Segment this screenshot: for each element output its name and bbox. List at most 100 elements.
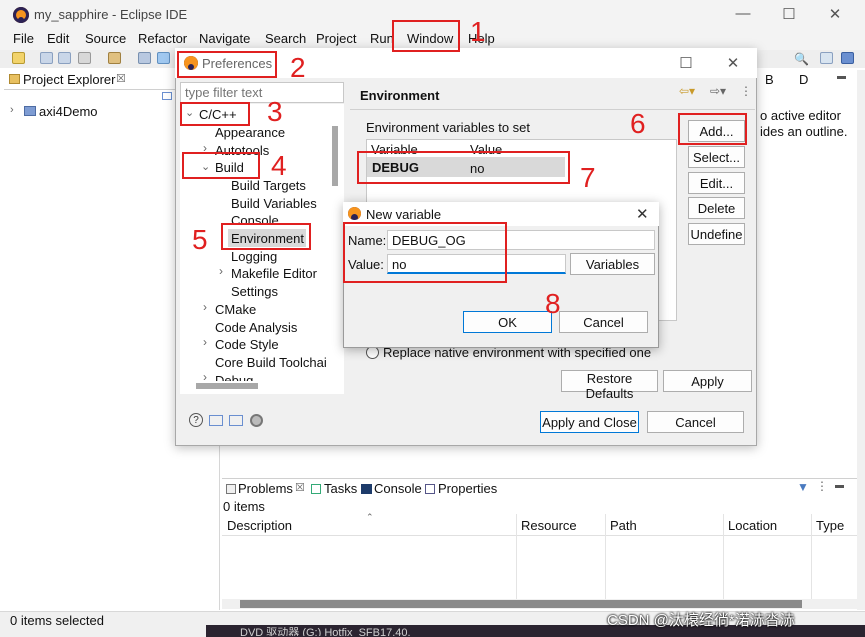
horizontal-scrollbar-thumb[interactable] <box>240 600 802 608</box>
tree-item-code-analysis[interactable]: Code Analysis <box>215 320 297 335</box>
menu-navigate[interactable]: Navigate <box>199 31 250 46</box>
cpp-perspective-icon[interactable] <box>841 52 854 64</box>
maximize-icon[interactable]: ☐ <box>779 5 799 23</box>
filter-icon[interactable]: ▼ <box>797 480 809 494</box>
tree-item-cmake[interactable]: CMake <box>215 302 256 317</box>
expand-arrow-icon[interactable]: › <box>10 104 14 116</box>
annotation-number: 4 <box>271 150 287 181</box>
tab-properties[interactable]: Properties <box>438 481 497 496</box>
annotation-number: 1 <box>470 16 486 47</box>
tree-item-logging[interactable]: Logging <box>231 249 277 264</box>
cancel-button[interactable]: Cancel <box>647 411 744 433</box>
col-location[interactable]: Location <box>728 518 777 533</box>
project-item[interactable]: axi4Demo <box>39 104 98 119</box>
new-variable-cancel-button[interactable]: Cancel <box>559 311 648 333</box>
tree-item-code-style[interactable]: Code Style <box>215 337 279 352</box>
view-menu-icon[interactable]: ⋮ <box>816 479 828 493</box>
problems-pane <box>222 478 857 613</box>
col-type[interactable]: Type <box>816 518 844 533</box>
env-vars-label: Environment variables to set <box>366 120 531 135</box>
page-menu-icon[interactable]: ⋮ <box>740 84 752 98</box>
apply-button[interactable]: Apply <box>663 370 752 392</box>
tree-item-settings[interactable]: Settings <box>231 284 278 299</box>
ok-button[interactable]: OK <box>463 311 552 333</box>
col-path[interactable]: Path <box>610 518 637 533</box>
filter-input[interactable] <box>180 82 344 103</box>
outline-tab-d[interactable]: D <box>799 72 808 87</box>
export-icon[interactable] <box>229 415 243 426</box>
record-icon[interactable] <box>250 414 263 427</box>
tree-vscroll[interactable] <box>332 126 338 186</box>
tree-item-core-build[interactable]: Core Build Toolchair <box>215 355 327 370</box>
build-icon[interactable] <box>78 52 91 64</box>
apply-and-close-button[interactable]: Apply and Close <box>540 411 639 433</box>
prefs-maximize-icon[interactable]: ☐ <box>676 54 696 72</box>
undefine-button[interactable]: Undefine <box>688 223 745 245</box>
menu-source[interactable]: Source <box>85 31 126 46</box>
delete-button[interactable]: Delete <box>688 197 745 219</box>
tab-console[interactable]: Console <box>374 481 422 496</box>
prefs-close-icon[interactable]: ✕ <box>723 54 743 72</box>
annotation-number: 5 <box>192 224 208 255</box>
annotation-number: 7 <box>580 162 596 193</box>
tree-expand-makefile[interactable]: › <box>219 264 223 278</box>
new-variable-title: New variable <box>366 207 442 222</box>
annotation-box-build <box>182 152 260 179</box>
annotation-box-name-value <box>343 222 507 283</box>
tree-item-makefile-editor[interactable]: Makefile Editor <box>231 266 317 281</box>
taskbar-text: DVD 驱动器 (G:) Hotfix_SFB17.40. <box>240 627 411 636</box>
debug-icon[interactable] <box>138 52 151 64</box>
menu-file[interactable]: File <box>13 31 34 46</box>
folder-icon <box>9 74 20 84</box>
tree-item-build-targets[interactable]: Build Targets <box>231 178 306 193</box>
tree-expand-cmake[interactable]: › <box>203 300 207 314</box>
save-icon[interactable] <box>40 52 53 64</box>
project-explorer-close-icon[interactable]: ☒ <box>116 72 126 85</box>
restore-defaults-button[interactable]: Restore Defaults <box>561 370 658 401</box>
menu-search[interactable]: Search <box>265 31 306 46</box>
outline-message-1: o active editor <box>760 108 841 123</box>
menu-project[interactable]: Project <box>316 31 356 46</box>
col-description[interactable]: Description <box>227 518 292 533</box>
new-variable-close-icon[interactable]: ✕ <box>636 205 649 223</box>
minimize-panel-icon[interactable] <box>835 485 844 488</box>
back-icon[interactable]: ⇦▾ <box>679 84 695 98</box>
minimize-icon[interactable]: — <box>733 5 753 22</box>
tree-expand-code-style[interactable]: › <box>203 335 207 349</box>
tasks-icon <box>311 484 321 494</box>
outline-tab-b[interactable]: B <box>765 72 774 87</box>
tree-hscroll[interactable] <box>196 383 258 389</box>
minimize-view-icon[interactable] <box>837 76 846 79</box>
run-icon[interactable] <box>157 52 170 64</box>
import-icon[interactable] <box>209 415 223 426</box>
project-explorer-label: Project Explorer <box>23 72 116 87</box>
tab-tasks[interactable]: Tasks <box>324 481 357 496</box>
save-all-icon[interactable] <box>58 52 71 64</box>
tab-problems[interactable]: Problems <box>238 481 293 496</box>
menu-run[interactable]: Run <box>370 31 394 46</box>
hammer-icon[interactable] <box>108 52 121 64</box>
search-icon[interactable]: 🔍 <box>794 52 809 66</box>
vertical-scrollbar[interactable] <box>857 70 865 610</box>
outline-message-2: ides an outline. <box>760 124 848 139</box>
problems-close-icon[interactable]: ☒ <box>295 481 305 494</box>
collapse-icon[interactable] <box>162 92 172 100</box>
new-icon[interactable] <box>12 52 25 64</box>
tree-item-debug[interactable]: Debug <box>215 373 253 381</box>
edit-button[interactable]: Edit... <box>688 172 745 194</box>
perspective-icon[interactable] <box>820 52 833 64</box>
menu-edit[interactable]: Edit <box>47 31 69 46</box>
close-icon[interactable]: ✕ <box>825 5 845 23</box>
col-resource[interactable]: Resource <box>521 518 577 533</box>
annotation-box-cpp <box>180 102 250 126</box>
help-icon[interactable]: ? <box>189 413 203 427</box>
console-icon <box>361 484 372 494</box>
tree-expand-debug[interactable]: › <box>203 370 207 384</box>
menu-refactor[interactable]: Refactor <box>138 31 187 46</box>
variables-button[interactable]: Variables <box>570 253 655 275</box>
tree-item-build-variables[interactable]: Build Variables <box>231 196 317 211</box>
select-button[interactable]: Select... <box>688 146 745 168</box>
col-divider <box>811 514 812 602</box>
annotation-box-add <box>678 113 747 145</box>
forward-icon[interactable]: ⇨▾ <box>710 84 726 98</box>
